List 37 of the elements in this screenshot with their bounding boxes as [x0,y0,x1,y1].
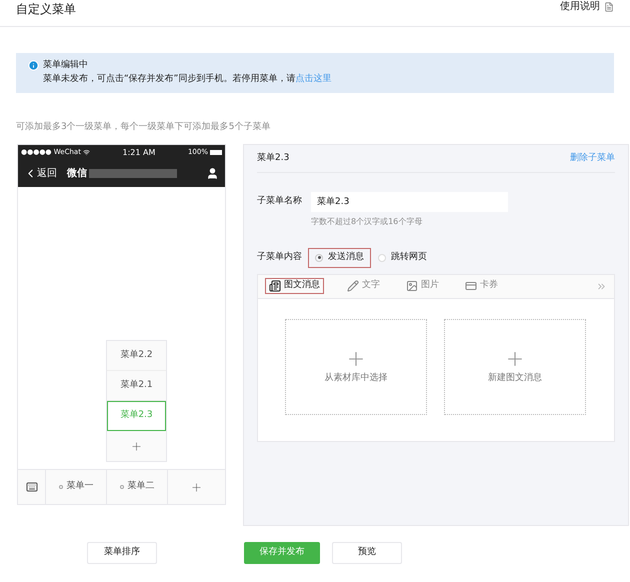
card-icon [465,280,477,292]
menu-tab[interactable]: 菜单二 [107,470,168,504]
document-icon [604,2,614,12]
name-label: 子菜单名称 [257,194,303,208]
add-menu-icon[interactable] [190,480,203,494]
menu-tab[interactable]: 菜单一 [46,470,107,504]
content-tab[interactable]: 图文消息 [265,278,324,294]
image-icon [406,280,418,292]
menu-hint: 可添加最多3个一级菜单，每个一级菜单下可添加最多5个子菜单 [16,121,272,133]
secondary-button[interactable]: 预览 [332,542,402,564]
name-hint: 字数不超过8个汉字或16个字母 [311,216,424,228]
notice-text: 菜单未发布，可点击“保存并发布”同步到手机。若停用菜单，请点击这里 [42,73,332,85]
secondary-button[interactable]: 菜单排序 [87,542,157,564]
add-content-card[interactable]: 新建图文消息 [444,318,586,414]
content-label: 子菜单内容 [257,250,303,264]
battery-icon [210,150,222,155]
back-button[interactable]: 返回 [24,166,57,181]
help-link[interactable]: 使用说明 [560,2,600,12]
clock-text: 1:21 AM [122,146,156,158]
add-submenu-icon[interactable] [130,440,143,452]
info-icon [28,60,39,70]
content-tab[interactable]: 卡券 [462,278,501,294]
name-field[interactable]: 菜单2.3 [311,192,508,212]
content-radio[interactable]: 跳转网页 [371,248,434,268]
keyboard-icon[interactable] [26,481,38,493]
chat-title: 微信 [67,166,87,181]
submenu-item[interactable]: 菜单2.2 [107,341,166,371]
notice-title: 菜单编辑中 [43,59,88,71]
more-icon[interactable] [596,280,607,292]
add-content-card[interactable]: 从素材库中选择 [285,318,427,414]
content-radio[interactable]: 发送消息 [308,248,371,268]
profile-icon[interactable] [206,167,219,180]
news-icon [269,280,281,292]
page-title: 自定义菜单 [16,2,76,16]
wifi-icon [82,149,90,156]
pencil-icon [347,280,359,292]
submenu-title: 菜单2.3 [257,152,290,165]
